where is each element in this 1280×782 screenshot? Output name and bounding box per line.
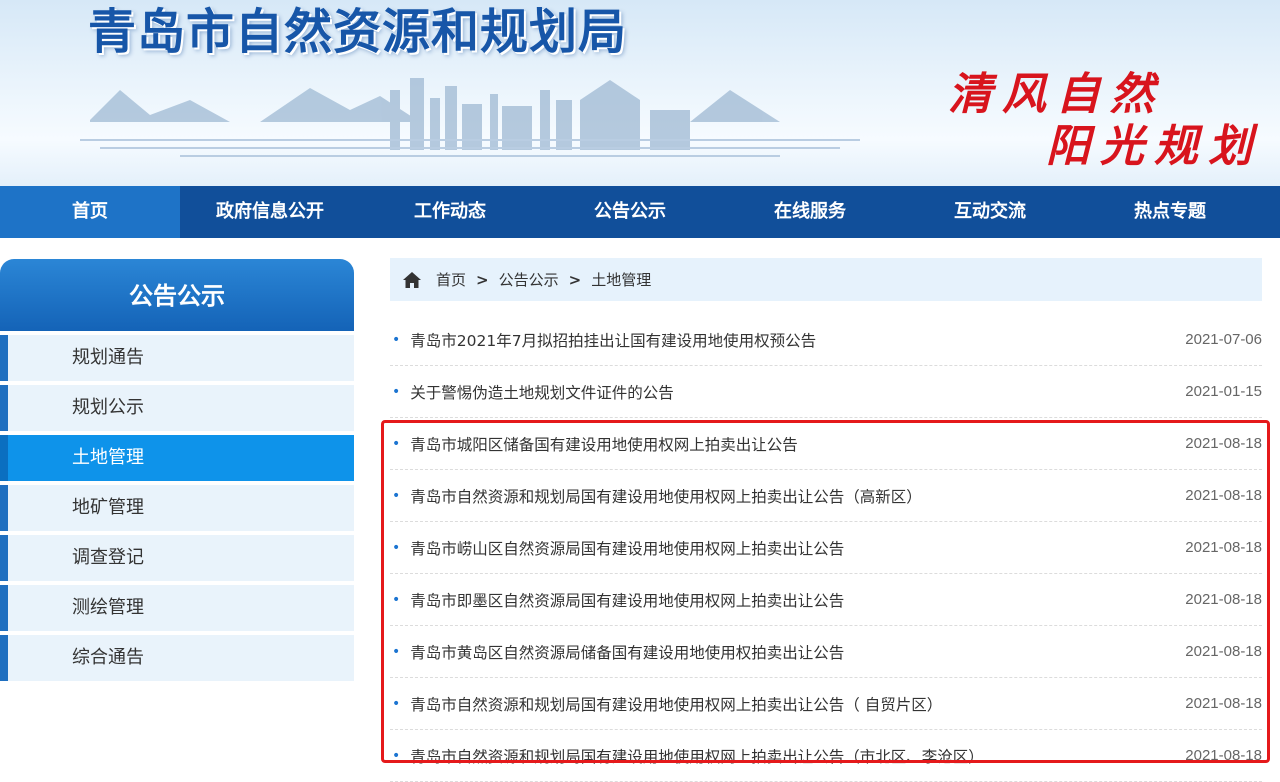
home-icon[interactable] <box>402 271 422 289</box>
announcement-date: 2021-08-18 <box>1185 747 1262 764</box>
list-item[interactable]: • 青岛市城阳区储备国有建设用地使用权网上拍卖出让公告 2021-08-18 <box>390 418 1262 470</box>
announcement-title[interactable]: 青岛市即墨区自然资源局国有建设用地使用权网上拍卖出让公告 <box>410 589 1185 611</box>
list-item[interactable]: • 青岛市自然资源和规划局国有建设用地使用权网上拍卖出让公告（市北区、李沧区） … <box>390 730 1262 782</box>
nav-item-announcements[interactable]: 公告公示 <box>540 186 720 238</box>
announcement-date: 2021-01-15 <box>1185 383 1262 400</box>
list-item[interactable]: • 青岛市2021年7月拟招拍挂出让国有建设用地使用权预公告 2021-07-0… <box>390 314 1262 366</box>
sidebar-item-planning-notices[interactable]: 规划通告 <box>0 335 354 381</box>
bullet-icon: • <box>392 435 401 452</box>
breadcrumb-announcements[interactable]: 公告公示 <box>499 269 559 290</box>
sidebar-item-mapping-management[interactable]: 测绘管理 <box>0 585 354 631</box>
nav-item-online-services[interactable]: 在线服务 <box>720 186 900 238</box>
nav-item-interaction[interactable]: 互动交流 <box>900 186 1080 238</box>
list-item[interactable]: • 青岛市崂山区自然资源局国有建设用地使用权网上拍卖出让公告 2021-08-1… <box>390 522 1262 574</box>
bullet-icon: • <box>392 331 401 348</box>
breadcrumb-land-management[interactable]: 土地管理 <box>591 269 651 290</box>
site-title: 青岛市自然资源和规划局 <box>88 4 628 60</box>
sidebar-item-planning-publicity[interactable]: 规划公示 <box>0 385 354 431</box>
announcement-title[interactable]: 青岛市自然资源和规划局国有建设用地使用权网上拍卖出让公告（市北区、李沧区） <box>410 745 1185 767</box>
announcement-title[interactable]: 青岛市城阳区储备国有建设用地使用权网上拍卖出让公告 <box>410 433 1185 455</box>
announcement-date: 2021-08-18 <box>1185 695 1262 712</box>
breadcrumb-home[interactable]: 首页 <box>436 269 466 290</box>
sidebar-item-mineral-management[interactable]: 地矿管理 <box>0 485 354 531</box>
nav-item-gov-info[interactable]: 政府信息公开 <box>180 186 360 238</box>
list-item[interactable]: • 青岛市黄岛区自然资源局储备国有建设用地使用权拍卖出让公告 2021-08-1… <box>390 626 1262 678</box>
breadcrumb-separator: > <box>476 270 489 289</box>
main-nav: 首页 政府信息公开 工作动态 公告公示 在线服务 互动交流 热点专题 <box>0 186 1280 238</box>
slogan-line-2: 阳光规划 <box>1046 121 1262 172</box>
sidebar: 公告公示 规划通告 规划公示 土地管理 地矿管理 调查登记 测绘管理 综合通告 <box>0 259 354 681</box>
nav-item-home[interactable]: 首页 <box>0 186 180 238</box>
sidebar-item-general-notices[interactable]: 综合通告 <box>0 635 354 681</box>
bullet-icon: • <box>392 487 401 504</box>
bullet-icon: • <box>392 747 401 764</box>
announcement-title[interactable]: 关于警惕伪造土地规划文件证件的公告 <box>410 381 1185 403</box>
announcement-title[interactable]: 青岛市自然资源和规划局国有建设用地使用权网上拍卖出让公告（ 自贸片区） <box>410 693 1185 715</box>
announcement-date: 2021-08-18 <box>1185 539 1262 556</box>
announcement-date: 2021-08-18 <box>1185 435 1262 452</box>
bullet-icon: • <box>392 643 401 660</box>
announcement-date: 2021-08-18 <box>1185 643 1262 660</box>
header-banner: 青岛市自然资源和规划局 清风自然 阳光规划 <box>0 0 1280 186</box>
list-item[interactable]: • 青岛市即墨区自然资源局国有建设用地使用权网上拍卖出让公告 2021-08-1… <box>390 574 1262 626</box>
announcement-date: 2021-08-18 <box>1185 591 1262 608</box>
announcement-title[interactable]: 青岛市崂山区自然资源局国有建设用地使用权网上拍卖出让公告 <box>410 537 1185 559</box>
sidebar-title: 公告公示 <box>0 259 354 331</box>
announcement-date: 2021-08-18 <box>1185 487 1262 504</box>
announcement-title[interactable]: 青岛市2021年7月拟招拍挂出让国有建设用地使用权预公告 <box>410 329 1185 351</box>
bullet-icon: • <box>392 591 401 608</box>
nav-item-work-news[interactable]: 工作动态 <box>360 186 540 238</box>
city-skyline-illustration <box>80 78 860 157</box>
list-item[interactable]: • 关于警惕伪造土地规划文件证件的公告 2021-01-15 <box>390 366 1262 418</box>
breadcrumb-separator: > <box>568 270 582 289</box>
nav-item-hot-topics[interactable]: 热点专题 <box>1080 186 1260 238</box>
bullet-icon: • <box>392 695 401 712</box>
announcement-date: 2021-07-06 <box>1185 331 1262 348</box>
announcement-title[interactable]: 青岛市黄岛区自然资源局储备国有建设用地使用权拍卖出让公告 <box>410 641 1185 663</box>
sidebar-item-land-management[interactable]: 土地管理 <box>0 435 354 481</box>
announcement-list: • 青岛市2021年7月拟招拍挂出让国有建设用地使用权预公告 2021-07-0… <box>390 314 1262 782</box>
bullet-icon: • <box>392 383 401 400</box>
announcement-title[interactable]: 青岛市自然资源和规划局国有建设用地使用权网上拍卖出让公告（高新区） <box>410 485 1185 507</box>
list-item[interactable]: • 青岛市自然资源和规划局国有建设用地使用权网上拍卖出让公告（ 自贸片区） 20… <box>390 678 1262 730</box>
list-item[interactable]: • 青岛市自然资源和规划局国有建设用地使用权网上拍卖出让公告（高新区） 2021… <box>390 470 1262 522</box>
sidebar-item-survey-registration[interactable]: 调查登记 <box>0 535 354 581</box>
breadcrumb: 首页 > 公告公示 > 土地管理 <box>390 258 1262 301</box>
bullet-icon: • <box>392 539 401 556</box>
